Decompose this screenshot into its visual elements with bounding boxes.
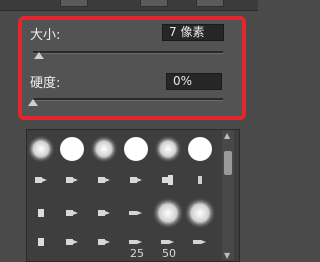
chalk-brush[interactable] xyxy=(66,177,78,183)
size-label: 大小: xyxy=(30,28,61,43)
toolbar-button[interactable] xyxy=(196,0,224,7)
star-brush[interactable] xyxy=(162,175,173,185)
chalk-brush[interactable] xyxy=(98,239,110,245)
dry-brush[interactable] xyxy=(129,211,142,215)
size-slider-track[interactable] xyxy=(33,51,223,54)
chalk-brush[interactable] xyxy=(66,210,78,216)
square-brush[interactable] xyxy=(38,209,44,217)
soft-round-brush[interactable] xyxy=(154,135,182,163)
brush-size-label: 25 xyxy=(130,247,144,260)
size-slider-thumb[interactable] xyxy=(33,52,44,59)
toolbar-button[interactable] xyxy=(140,0,168,7)
brush-size-label: 50 xyxy=(162,247,176,260)
hardness-slider-track[interactable] xyxy=(33,98,223,101)
hardness-slider-thumb[interactable] xyxy=(28,99,38,106)
square-brush[interactable] xyxy=(38,238,44,246)
chalk-brush[interactable] xyxy=(98,177,110,183)
preset-scrollbar-thumb[interactable] xyxy=(224,151,232,175)
hardness-label: 硬度: xyxy=(30,76,61,91)
scroll-up-arrow[interactable]: ▲ xyxy=(224,131,230,140)
soft-round-brush[interactable] xyxy=(90,135,118,163)
soft-round-brush[interactable] xyxy=(27,135,55,163)
scroll-down-arrow[interactable]: ▼ xyxy=(224,251,230,260)
hard-round-brush[interactable] xyxy=(124,137,148,161)
toolbar-button[interactable] xyxy=(60,0,88,7)
preset-scrollbar-track[interactable] xyxy=(222,130,234,260)
size-input[interactable]: 7 像素 xyxy=(162,24,224,41)
hard-round-brush[interactable] xyxy=(188,137,212,161)
soft-round-brush[interactable] xyxy=(152,197,184,229)
charcoal-brush[interactable] xyxy=(198,176,202,184)
chalk-brush[interactable] xyxy=(35,177,47,183)
brush-preset-grid xyxy=(27,135,216,246)
chalk-brush[interactable] xyxy=(66,239,78,245)
soft-round-brush[interactable] xyxy=(184,197,216,229)
chalk-brush[interactable] xyxy=(130,177,142,183)
dry-brush[interactable] xyxy=(193,240,206,244)
dry-brush[interactable] xyxy=(161,240,174,244)
hardness-input[interactable]: 0% xyxy=(166,73,222,90)
dry-brush[interactable] xyxy=(129,240,142,244)
hard-round-brush[interactable] xyxy=(60,137,84,161)
chalk-brush[interactable] xyxy=(98,210,110,216)
